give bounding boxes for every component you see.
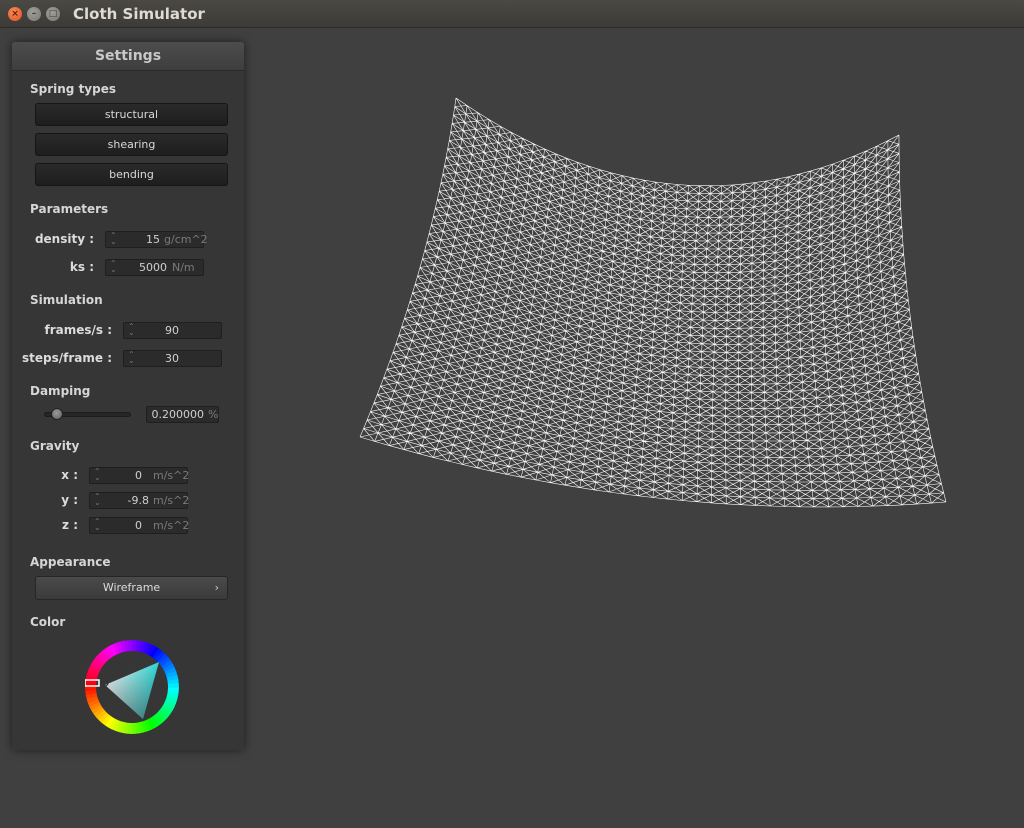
gravity-x-input[interactable]: ⌃ ⌄ 0 m/s^2 [89, 467, 189, 484]
spinner-arrows-icon[interactable]: ⌃ ⌄ [128, 351, 135, 365]
close-icon: × [11, 9, 19, 19]
gravity-z-label: z : [62, 518, 78, 532]
title-bar: × – □ Cloth Simulator [0, 0, 1024, 28]
color-wheel-picker[interactable] [85, 640, 179, 734]
steps-per-frame-label: steps/frame : [22, 351, 112, 365]
frames-per-second-input[interactable]: ⌃ ⌄ 90 [123, 322, 222, 339]
color-selector-marker[interactable] [101, 679, 109, 687]
spinner-arrows-icon[interactable]: ⌃ ⌄ [110, 260, 117, 274]
damping-heading: Damping [30, 384, 91, 398]
spring-types-heading: Spring types [30, 82, 117, 96]
structural-toggle-button[interactable]: structural [35, 103, 228, 126]
minimize-icon: – [31, 9, 37, 19]
minimize-window-button[interactable]: – [27, 7, 41, 21]
settings-panel: Settings Spring types structural shearin… [12, 42, 244, 750]
appearance-heading: Appearance [30, 555, 111, 569]
triangle-shade [105, 662, 159, 719]
cloth-viewport[interactable] [250, 28, 1024, 828]
density-label: density : [34, 232, 94, 246]
damping-slider-handle[interactable] [51, 408, 64, 420]
spinner-arrows-icon[interactable]: ⌃ ⌄ [94, 493, 101, 507]
close-window-button[interactable]: × [8, 7, 22, 21]
chevron-right-icon: › [214, 581, 219, 594]
density-input[interactable]: ⌃ ⌄ 15 g/cm^2 [105, 231, 208, 248]
gravity-x-label: x : [61, 468, 78, 482]
shearing-toggle-button[interactable]: shearing [35, 133, 228, 156]
gravity-z-input[interactable]: ⌃ ⌄ 0 m/s^2 [89, 517, 189, 534]
bending-toggle-button[interactable]: bending [35, 163, 228, 186]
spinner-arrows-icon[interactable]: ⌃ ⌄ [94, 518, 101, 532]
damping-value-field[interactable]: 0.200000 % [146, 406, 219, 423]
parameters-heading: Parameters [30, 202, 109, 216]
window-title: Cloth Simulator [73, 5, 205, 23]
gravity-y-label: y : [61, 493, 78, 507]
maximize-icon: □ [48, 9, 58, 19]
color-heading: Color [30, 615, 66, 629]
steps-per-frame-input[interactable]: ⌃ ⌄ 30 [123, 350, 222, 367]
spinner-arrows-icon[interactable]: ⌃ ⌄ [94, 468, 101, 482]
gravity-heading: Gravity [30, 439, 80, 453]
ks-label: ks : [69, 260, 94, 274]
simulation-heading: Simulation [30, 293, 103, 307]
cloth-wireframe-lines [359, 97, 947, 508]
cloth-wireframe-mesh [359, 97, 947, 508]
ks-input[interactable]: ⌃ ⌄ 5000 N/m [105, 259, 204, 276]
shader-select-value: Wireframe [102, 581, 161, 594]
maximize-window-button[interactable]: □ [46, 7, 60, 21]
gravity-y-input[interactable]: ⌃ ⌄ -9.8 m/s^2 [89, 492, 189, 509]
settings-panel-header[interactable]: Settings [12, 42, 244, 71]
shader-select-button[interactable]: Wireframe › [35, 576, 228, 600]
spinner-arrows-icon[interactable]: ⌃ ⌄ [110, 232, 117, 246]
spinner-arrows-icon[interactable]: ⌃ ⌄ [128, 323, 135, 337]
frames-per-second-label: frames/s : [44, 323, 112, 337]
